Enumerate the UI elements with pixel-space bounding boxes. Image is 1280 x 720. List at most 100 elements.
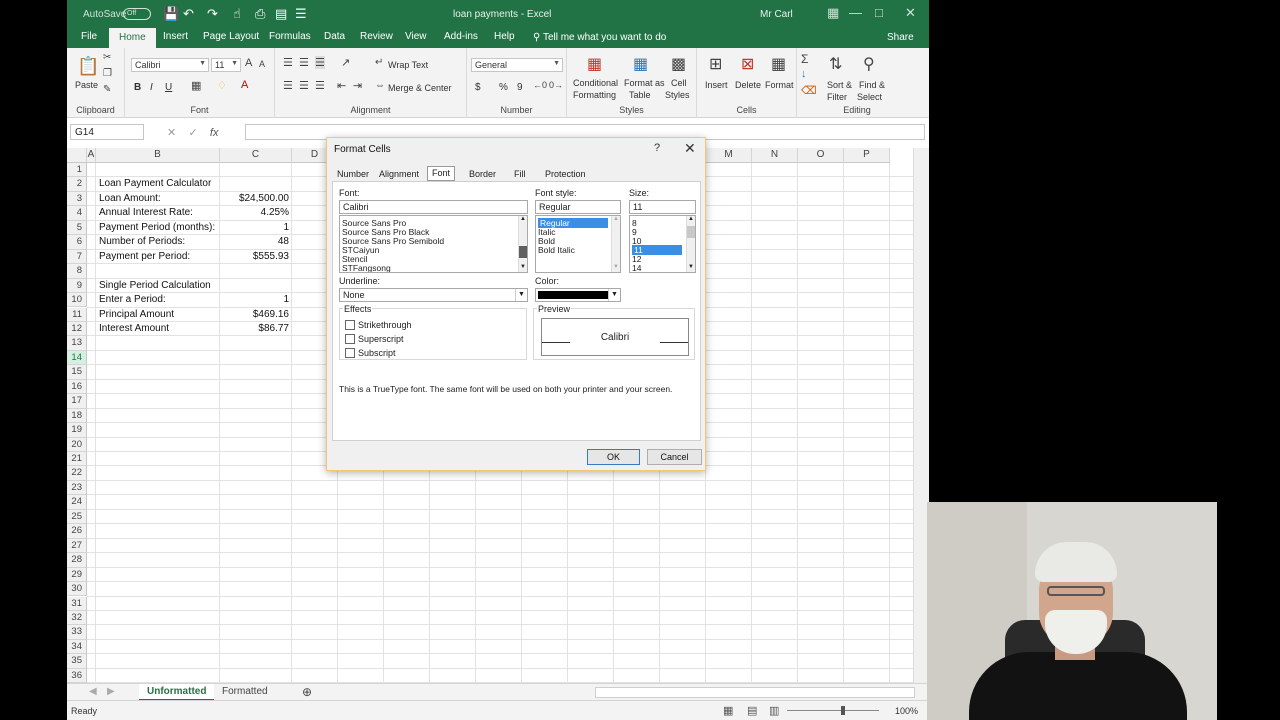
conditional-formatting-line2[interactable]: Formatting xyxy=(573,90,616,100)
row-header-13[interactable]: 13 xyxy=(67,336,87,351)
row-header-34[interactable]: 34 xyxy=(67,639,87,655)
tab-protection[interactable]: Protection xyxy=(541,168,590,182)
row-header-2[interactable]: 2 xyxy=(67,177,87,192)
add-sheet-icon[interactable]: ⊕ xyxy=(294,684,320,701)
row-header-35[interactable]: 35 xyxy=(67,654,87,669)
row-header-31[interactable]: 31 xyxy=(67,596,87,611)
next-sheet-icon[interactable]: ▶ xyxy=(99,684,123,701)
subscript-label[interactable]: Subscript xyxy=(358,348,396,358)
increase-indent-icon[interactable]: ⇥ xyxy=(353,79,362,92)
size-list-scrollbar[interactable]: ▲ ▼ xyxy=(686,216,695,272)
row-header-32[interactable]: 32 xyxy=(67,610,87,626)
cell-b7[interactable]: Payment per Period: xyxy=(99,251,190,262)
format-as-table-line2[interactable]: Table xyxy=(629,90,651,100)
tab-view[interactable]: View xyxy=(405,31,427,42)
close-icon[interactable]: ✕ xyxy=(905,5,916,21)
cell-b10[interactable]: Enter a Period: xyxy=(99,294,166,305)
scroll-thumb[interactable] xyxy=(687,226,695,238)
decrease-font-icon[interactable]: A xyxy=(259,59,265,69)
italic-button[interactable]: I xyxy=(150,82,153,93)
share-button[interactable]: Share xyxy=(887,32,914,43)
find-select-line2[interactable]: Select xyxy=(857,92,882,102)
underline-select[interactable]: None ▼ xyxy=(339,288,528,302)
strikethrough-checkbox[interactable] xyxy=(345,320,355,330)
scroll-down-icon[interactable]: ▼ xyxy=(520,264,526,270)
customize-qat-icon[interactable]: ☰ xyxy=(295,6,307,22)
print-icon[interactable]: ⎙ xyxy=(255,6,265,22)
font-color-icon[interactable]: A xyxy=(241,79,248,91)
increase-decimal-icon[interactable]: ←0 xyxy=(533,80,547,90)
scroll-down-icon[interactable]: ▼ xyxy=(613,264,619,270)
tab-number[interactable]: Number xyxy=(333,168,373,182)
cell-c12[interactable]: $86.77 xyxy=(220,323,289,334)
column-header-p[interactable]: P xyxy=(844,148,890,163)
copy-icon[interactable]: ❐ xyxy=(103,68,112,79)
tab-file[interactable]: File xyxy=(81,31,97,42)
tab-help[interactable]: Help xyxy=(494,31,515,42)
cell-styles-line2[interactable]: Styles xyxy=(665,90,690,100)
row-header-15[interactable]: 15 xyxy=(67,365,87,380)
tab-data[interactable]: Data xyxy=(324,31,345,42)
cell-b3[interactable]: Loan Amount: xyxy=(99,193,161,204)
row-header-20[interactable]: 20 xyxy=(67,437,87,452)
size-input[interactable]: 11 xyxy=(629,200,696,214)
row-header-18[interactable]: 18 xyxy=(67,408,87,424)
row-header-12[interactable]: 12 xyxy=(67,321,87,337)
orientation-icon[interactable]: ↗ xyxy=(341,56,350,69)
form-icon[interactable]: ▤ xyxy=(275,6,287,22)
cut-icon[interactable]: ✂ xyxy=(103,52,111,63)
row-header-29[interactable]: 29 xyxy=(67,567,87,583)
font-list[interactable]: Source Sans Pro Source Sans Pro Black So… xyxy=(339,215,528,273)
cell-b5[interactable]: Payment Period (months): xyxy=(99,222,215,233)
fill-icon[interactable]: ↓ xyxy=(801,68,807,80)
tab-review[interactable]: Review xyxy=(360,31,393,42)
delete-cells-icon[interactable]: ⊠ xyxy=(741,54,754,74)
font-size-combo[interactable]: 11 ▼ xyxy=(211,58,241,72)
paste-button[interactable]: Paste xyxy=(75,80,98,90)
paste-icon[interactable]: 📋 xyxy=(77,56,99,77)
cell-c7[interactable]: $555.93 xyxy=(220,251,289,262)
sort-filter-icon[interactable]: ⇅ xyxy=(829,54,842,74)
format-as-table-line1[interactable]: Format as xyxy=(624,78,665,88)
row-header-8[interactable]: 8 xyxy=(67,264,87,279)
row-header-17[interactable]: 17 xyxy=(67,394,87,409)
borders-icon[interactable]: ▦ xyxy=(191,79,201,92)
zoom-slider[interactable] xyxy=(787,710,879,711)
size-item[interactable]: 14 xyxy=(632,263,641,272)
clear-icon[interactable]: ⌫ xyxy=(801,84,817,97)
insert-cells-button[interactable]: Insert xyxy=(705,80,728,90)
tab-font[interactable]: Font xyxy=(427,166,456,181)
page-break-view-icon[interactable]: ▥ xyxy=(769,704,779,717)
row-header-30[interactable]: 30 xyxy=(67,582,87,597)
cell-c11[interactable]: $469.16 xyxy=(220,309,289,320)
align-bottom-icon[interactable]: ☰ xyxy=(315,56,325,69)
sheet-tab-formatted[interactable]: Formatted xyxy=(214,684,276,701)
confirm-entry-icon[interactable]: ✓ xyxy=(188,127,197,139)
cell-b4[interactable]: Annual Interest Rate: xyxy=(99,207,193,218)
autosave-toggle[interactable]: Off xyxy=(123,8,151,20)
select-all-corner[interactable] xyxy=(67,148,87,163)
undo-icon[interactable]: ↶ xyxy=(183,6,194,22)
tab-border[interactable]: Border xyxy=(465,168,500,182)
tell-me-search[interactable]: ⚲ Tell me what you want to do xyxy=(533,32,666,43)
align-top-icon[interactable]: ☰ xyxy=(283,56,293,69)
touch-mode-icon[interactable]: ☝ xyxy=(233,6,241,22)
row-header-5[interactable]: 5 xyxy=(67,220,87,236)
align-middle-icon[interactable]: ☰ xyxy=(299,56,309,69)
insert-function-icon[interactable]: fx xyxy=(210,127,219,139)
row-header-10[interactable]: 10 xyxy=(67,293,87,308)
cell-c5[interactable]: 1 xyxy=(220,222,289,233)
cancel-entry-icon[interactable]: ✕ xyxy=(167,127,176,139)
row-header-7[interactable]: 7 xyxy=(67,249,87,265)
row-header-28[interactable]: 28 xyxy=(67,553,87,568)
format-painter-icon[interactable]: ✎ xyxy=(103,84,111,95)
tab-add-ins[interactable]: Add-ins xyxy=(444,31,478,42)
row-header-19[interactable]: 19 xyxy=(67,423,87,438)
find-select-icon[interactable]: ⚲ xyxy=(863,54,875,74)
cell-c6[interactable]: 48 xyxy=(220,236,289,247)
scroll-thumb[interactable] xyxy=(519,246,527,258)
row-header-22[interactable]: 22 xyxy=(67,466,87,481)
user-name[interactable]: Mr Carl xyxy=(760,9,793,20)
column-header-b[interactable]: B xyxy=(96,148,220,163)
wrap-text-button[interactable]: Wrap Text xyxy=(388,60,428,70)
